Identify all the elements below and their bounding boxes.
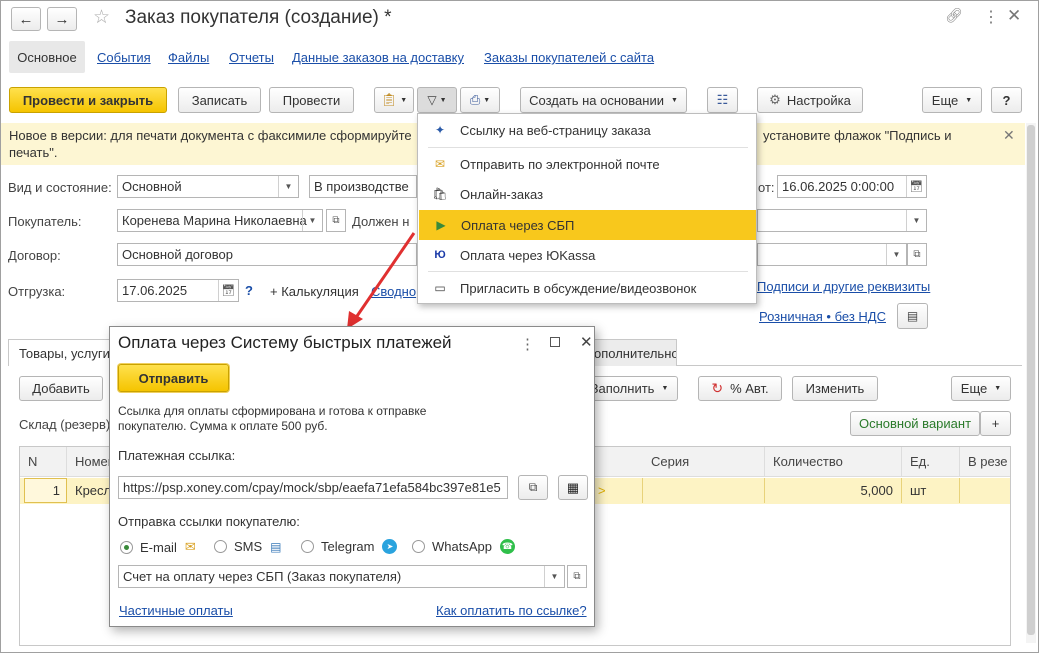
copy-icon: ⧉ bbox=[528, 480, 538, 494]
send-button[interactable]: Отправить bbox=[118, 364, 229, 392]
dialog-close-icon[interactable]: ✕ bbox=[580, 333, 593, 351]
template-select[interactable]: Счет на оплату через СБП (Заказ покупате… bbox=[118, 565, 565, 588]
radio-telegram[interactable] bbox=[301, 540, 314, 553]
sbp-dialog: Оплата через Систему быстрых платежей ⋮ … bbox=[109, 326, 595, 627]
channel-email-label: E-mail bbox=[140, 539, 177, 555]
payment-link-value: https://psp.xoney.com/cpay/mock/sbp/eaef… bbox=[123, 480, 501, 495]
channel-telegram[interactable]: Telegram ➤ bbox=[301, 539, 398, 554]
template-open-button[interactable]: ⧉ bbox=[567, 565, 587, 588]
channel-sms-label: SMS bbox=[234, 539, 263, 554]
telegram-icon: ➤ bbox=[382, 539, 398, 554]
whatsapp-icon: ☎ bbox=[499, 539, 515, 554]
template-value: Счет на оплату через СБП (Заказ покупате… bbox=[123, 569, 402, 584]
payment-link-label: Платежная ссылка: bbox=[118, 448, 236, 463]
dialog-maximize-icon[interactable] bbox=[550, 337, 560, 347]
envelope-icon: ✉ bbox=[184, 539, 196, 554]
dialog-info-line1: Ссылка для оплаты сформирована и готова … bbox=[118, 404, 427, 418]
radio-sms[interactable] bbox=[214, 540, 227, 553]
how-to-pay-link[interactable]: Как оплатить по ссылке? bbox=[436, 603, 587, 618]
channel-email[interactable]: E-mail ✉ bbox=[120, 539, 196, 555]
channel-whatsapp-label: WhatsApp bbox=[432, 539, 492, 554]
partial-payments-link[interactable]: Частичные оплаты bbox=[119, 603, 233, 618]
channel-sms[interactable]: SMS ▤ bbox=[214, 539, 282, 554]
channel-whatsapp[interactable]: WhatsApp ☎ bbox=[412, 539, 515, 554]
main-window: ← → ☆ Заказ покупателя (создание) * 🔗︎ ⋮… bbox=[0, 0, 1039, 653]
sms-icon: ▤ bbox=[270, 539, 282, 554]
send-to-buyer-label: Отправка ссылки покупателю: bbox=[118, 514, 300, 529]
qr-code-button[interactable]: ▦ bbox=[558, 475, 588, 500]
radio-email[interactable] bbox=[120, 540, 133, 554]
copy-link-button[interactable]: ⧉ bbox=[518, 475, 548, 500]
qr-code-icon: ▦ bbox=[566, 479, 580, 495]
dialog-title: Оплата через Систему быстрых платежей bbox=[118, 333, 452, 352]
chevron-down-icon[interactable]: ▼ bbox=[544, 566, 564, 587]
payment-link-field[interactable]: https://psp.xoney.com/cpay/mock/sbp/eaef… bbox=[118, 476, 508, 499]
dialog-info-line2: покупателю. Сумма к оплате 500 руб. bbox=[118, 419, 328, 433]
dialog-more-icon[interactable]: ⋮ bbox=[520, 335, 535, 353]
channel-telegram-label: Telegram bbox=[321, 539, 375, 554]
radio-whatsapp[interactable] bbox=[412, 540, 425, 553]
